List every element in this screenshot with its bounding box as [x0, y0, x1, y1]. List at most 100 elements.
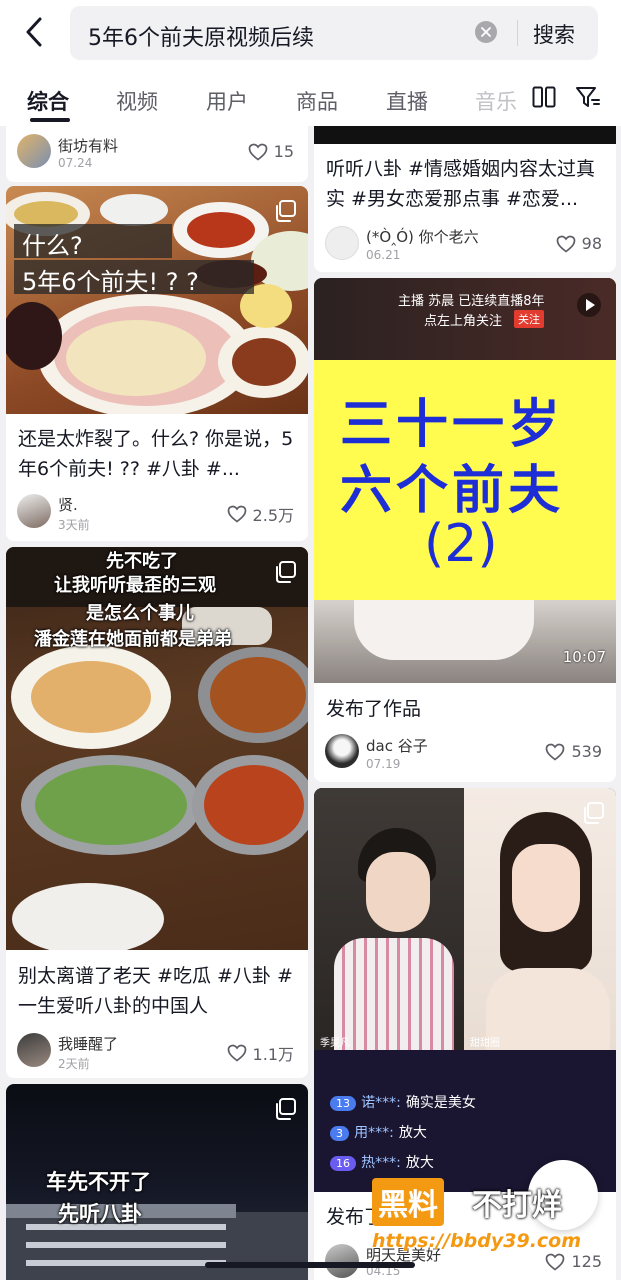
tab-user[interactable]: 用户 [206, 86, 248, 116]
live-comment: 3 用***: 放大 [330, 1122, 427, 1142]
video-card[interactable]: 主播 苏晨 已连续直播8年 点左上角关注 关注 三十一岁 六个前夫 (2) 10… [314, 278, 616, 782]
level-badge: 16 [330, 1156, 356, 1171]
streamer-name: 甜甜圈 [470, 1038, 500, 1049]
comment-text: 放大 [405, 1155, 434, 1171]
tab-live[interactable]: 直播 [386, 86, 428, 116]
post-date: 2天前 [58, 1057, 90, 1071]
video-thumbnail[interactable]: 什么? 5年6个前夫! ? ? [6, 186, 308, 414]
video-duration: 10:07 [562, 648, 606, 666]
tab-bar: 综合 视频 用户 商品 直播 音乐 [0, 66, 621, 126]
avatar[interactable] [17, 1033, 51, 1067]
level-badge: 3 [330, 1126, 349, 1141]
overlay-caption: 什么? [22, 232, 83, 260]
back-button[interactable] [18, 14, 50, 50]
close-icon [481, 27, 491, 37]
post-title[interactable]: 还是太炸裂了。什么? 你是说，5年6个前夫! ?? #八卦 #... [18, 424, 298, 484]
comment-text: 确实是美女 [405, 1095, 476, 1111]
video-thumbnail[interactable]: 车先不开了 先听八卦 [6, 1084, 308, 1280]
active-tab-indicator [30, 118, 70, 122]
overlay-caption: 是怎么个事儿 [86, 603, 194, 624]
watermark: 黑料 不打烊 https://bbdy39.com [372, 1176, 612, 1266]
tab-all[interactable]: 综合 [27, 86, 69, 116]
big-text: 三十一岁 [340, 395, 565, 455]
face [512, 844, 580, 932]
play-icon [577, 293, 601, 317]
face [366, 852, 430, 932]
multi-image-icon [276, 1098, 296, 1120]
watermark-slogan: 不打烊 [472, 1188, 562, 1223]
overlay-caption: 让我听听最歪的三观 [54, 575, 216, 596]
video-card[interactable]: 听听八卦 #情感婚姻内容太过真实 #男女恋爱那点事 #恋爱... (*Ò‸Ó) … [314, 126, 616, 272]
post-title[interactable]: 别太离谱了老天 #吃瓜 #八卦 #一生爱听八卦的中国人 [18, 961, 302, 1021]
overlay-caption: 先听八卦 [58, 1202, 142, 1226]
overlay-caption: 5年6个前夫! ? ? [22, 268, 199, 296]
live-comment: 13 诺***: 确实是美女 [330, 1092, 476, 1112]
avatar[interactable] [17, 134, 51, 168]
like-count[interactable]: 2.5万 [227, 502, 294, 526]
tab-video[interactable]: 视频 [116, 86, 158, 116]
video-thumbnail[interactable]: 季昊凡 甜甜圈 13 诺***: 确实是美女 3 用***: 放大 16 热**… [314, 788, 616, 1192]
post-title[interactable]: 听听八卦 #情感婚姻内容太过真实 #男女恋爱那点事 #恋爱... [326, 154, 608, 214]
post-date: 3天前 [58, 518, 90, 532]
video-card[interactable]: 先不吃了 让我听听最歪的三观 是怎么个事儿 潘金莲在她面前都是弟弟 别太离谱了老… [6, 547, 308, 1078]
heart-icon [248, 143, 267, 161]
search-button[interactable]: 搜索 [533, 19, 575, 49]
video-thumbnail[interactable]: 先不吃了 让我听听最歪的三观 是怎么个事儿 潘金莲在她面前都是弟弟 [6, 547, 308, 950]
avatar[interactable] [17, 494, 51, 528]
heart-icon [546, 743, 565, 761]
like-count-value: 1.1万 [252, 1045, 294, 1064]
search-box[interactable]: 5年6个前夫原视频后续 搜索 [70, 6, 598, 60]
layout-toggle-icon[interactable] [532, 86, 556, 112]
person-shirt [354, 600, 534, 660]
avatar[interactable] [325, 226, 359, 260]
author-name[interactable]: 贤. [58, 494, 78, 515]
tab-music[interactable]: 音乐 [475, 86, 517, 116]
big-text: 六个前夫 [340, 461, 565, 521]
like-count-value: 98 [581, 234, 602, 253]
follow-button[interactable]: 关注 [514, 310, 544, 328]
food-image [6, 192, 308, 414]
comment-user: 诺***: [361, 1095, 401, 1111]
like-count-value: 15 [273, 142, 294, 161]
home-indicator[interactable] [205, 1262, 415, 1268]
heart-icon [227, 1044, 246, 1062]
video-thumbnail[interactable] [314, 126, 616, 144]
multi-image-icon [276, 561, 296, 583]
tab-goods[interactable]: 商品 [296, 86, 338, 116]
heart-icon [227, 505, 246, 523]
post-date: 07.24 [58, 156, 93, 170]
live-banner: 主播 苏晨 已连续直播8年 [398, 294, 545, 309]
video-card[interactable]: 车先不开了 先听八卦 [6, 1084, 308, 1280]
shirt [334, 938, 454, 1050]
overlay-caption: 车先不开了 [46, 1170, 151, 1194]
watermark-brand: 黑料 [372, 1178, 444, 1226]
video-thumbnail[interactable]: 主播 苏晨 已连续直播8年 点左上角关注 关注 三十一岁 六个前夫 (2) 10… [314, 278, 616, 683]
like-count[interactable]: 15 [248, 142, 294, 161]
post-date: 07.19 [366, 757, 401, 771]
video-card[interactable]: 街坊有料 07.24 15 [6, 126, 308, 182]
author-name[interactable]: (*Ò‸Ó) 你个老六 [366, 226, 479, 247]
multi-image-icon [276, 200, 296, 222]
post-title[interactable]: 发布了作品 [326, 694, 608, 724]
filter-icon[interactable] [575, 86, 601, 112]
big-text: (2) [424, 514, 498, 574]
like-count[interactable]: 98 [556, 234, 602, 253]
comment-user: 用***: [354, 1125, 394, 1141]
author-name[interactable]: 街坊有料 [58, 135, 118, 156]
live-banner: 点左上角关注 [424, 314, 503, 329]
search-input[interactable]: 5年6个前夫原视频后续 [88, 20, 314, 52]
avatar[interactable] [325, 734, 359, 768]
author-name[interactable]: 我睡醒了 [58, 1033, 118, 1054]
streamer-name: 季昊凡 [320, 1038, 350, 1049]
overlay-caption: 先不吃了 [106, 551, 178, 572]
overlay-caption: 潘金莲在她面前都是弟弟 [34, 629, 232, 650]
top [486, 968, 610, 1050]
video-card[interactable]: 什么? 5年6个前夫! ? ? 还是太炸裂了。什么? 你是说，5年6个前夫! ?… [6, 186, 308, 541]
author-name[interactable]: dac 谷子 [366, 735, 428, 756]
multi-image-icon [584, 802, 604, 824]
avatar[interactable] [325, 1244, 359, 1278]
clear-search-button[interactable] [475, 21, 497, 43]
chevron-left-icon [26, 17, 42, 47]
like-count[interactable]: 1.1万 [227, 1041, 294, 1065]
like-count[interactable]: 539 [545, 742, 602, 761]
